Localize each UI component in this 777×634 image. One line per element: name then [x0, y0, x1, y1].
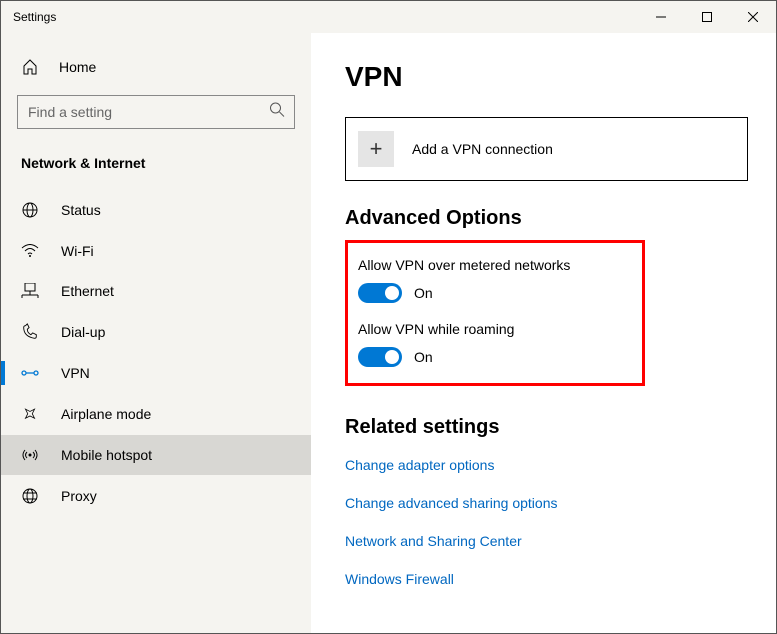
sidebar-item-label: Ethernet [61, 283, 114, 299]
sidebar-item-status[interactable]: Status [1, 189, 311, 231]
plus-icon: + [358, 131, 394, 167]
window-title: Settings [1, 10, 56, 24]
sidebar-item-label: Mobile hotspot [61, 447, 152, 463]
sidebar-item-label: Status [61, 202, 101, 218]
dialup-icon [21, 323, 39, 341]
close-button[interactable] [730, 1, 776, 33]
add-vpn-button[interactable]: + Add a VPN connection [345, 117, 748, 181]
vpn-icon [21, 366, 39, 380]
sidebar-item-label: Proxy [61, 488, 97, 504]
sidebar-item-dialup[interactable]: Dial-up [1, 311, 311, 353]
toggle-roaming-label: Allow VPN while roaming [358, 321, 626, 337]
maximize-button[interactable] [684, 1, 730, 33]
toggle-metered-label: Allow VPN over metered networks [358, 257, 626, 273]
link-adapter-options[interactable]: Change adapter options [345, 457, 748, 473]
window-controls [638, 1, 776, 33]
wifi-icon [21, 244, 39, 258]
home-button[interactable]: Home [1, 49, 311, 85]
link-sharing-options[interactable]: Change advanced sharing options [345, 495, 748, 511]
sidebar-item-label: Dial-up [61, 324, 105, 340]
ethernet-icon [21, 283, 39, 299]
status-icon [21, 201, 39, 219]
sidebar-item-wifi[interactable]: Wi-Fi [1, 231, 311, 271]
hotspot-icon [21, 447, 39, 463]
toggle-roaming-group: Allow VPN while roaming On [358, 321, 626, 367]
minimize-button[interactable] [638, 1, 684, 33]
sidebar: Home Network & Internet Status Wi-Fi [1, 33, 311, 633]
related-settings-title: Related settings [345, 416, 748, 439]
sidebar-section-title: Network & Internet [1, 147, 311, 189]
titlebar: Settings [1, 1, 776, 33]
advanced-options-highlight: Allow VPN over metered networks On Allow… [345, 240, 645, 386]
home-label: Home [59, 59, 96, 75]
link-network-center[interactable]: Network and Sharing Center [345, 533, 748, 549]
sidebar-item-vpn[interactable]: VPN [1, 353, 311, 393]
sidebar-item-hotspot[interactable]: Mobile hotspot [1, 435, 311, 475]
toggle-metered-group: Allow VPN over metered networks On [358, 257, 626, 303]
sidebar-item-airplane[interactable]: Airplane mode [1, 393, 311, 435]
main-content: VPN + Add a VPN connection Advanced Opti… [311, 33, 776, 633]
toggle-metered[interactable] [358, 283, 402, 303]
link-firewall[interactable]: Windows Firewall [345, 571, 748, 587]
toggle-roaming-state: On [414, 349, 433, 365]
sidebar-item-label: Airplane mode [61, 406, 151, 422]
page-title: VPN [345, 61, 748, 93]
proxy-icon [21, 487, 39, 505]
sidebar-item-label: VPN [61, 365, 90, 381]
search-input[interactable] [17, 95, 295, 129]
home-icon [21, 59, 39, 75]
advanced-options-title: Advanced Options [345, 207, 748, 230]
search-wrap [17, 95, 295, 129]
toggle-roaming[interactable] [358, 347, 402, 367]
sidebar-item-ethernet[interactable]: Ethernet [1, 271, 311, 311]
airplane-icon [21, 405, 39, 423]
add-vpn-label: Add a VPN connection [412, 141, 553, 157]
sidebar-item-label: Wi-Fi [61, 243, 94, 259]
search-icon [269, 102, 285, 123]
toggle-metered-state: On [414, 285, 433, 301]
sidebar-item-proxy[interactable]: Proxy [1, 475, 311, 517]
